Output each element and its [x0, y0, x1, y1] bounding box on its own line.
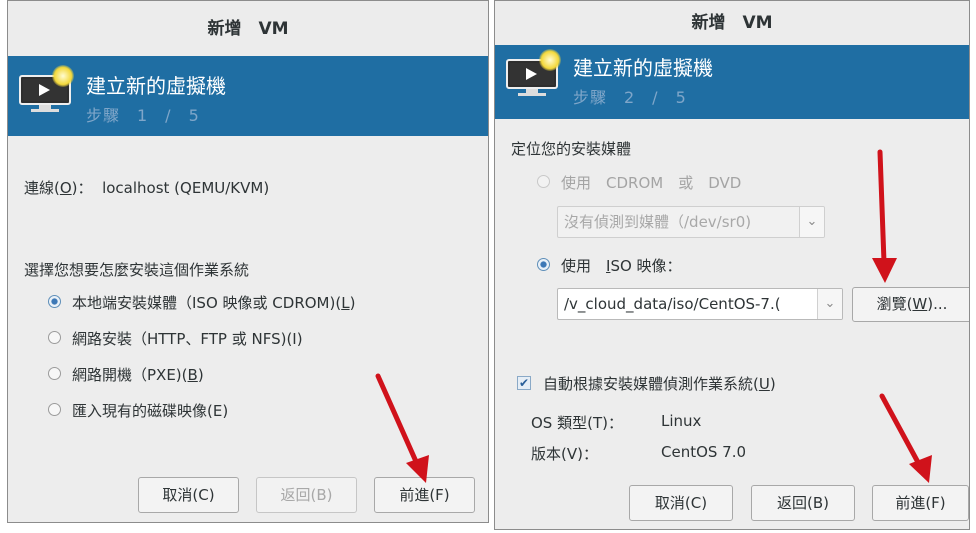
- annotation-arrows: [375, 149, 932, 483]
- arrow-to-forward-left: [375, 373, 429, 483]
- arrow-to-forward-right: [879, 393, 932, 483]
- arrow-to-browse: [872, 149, 897, 283]
